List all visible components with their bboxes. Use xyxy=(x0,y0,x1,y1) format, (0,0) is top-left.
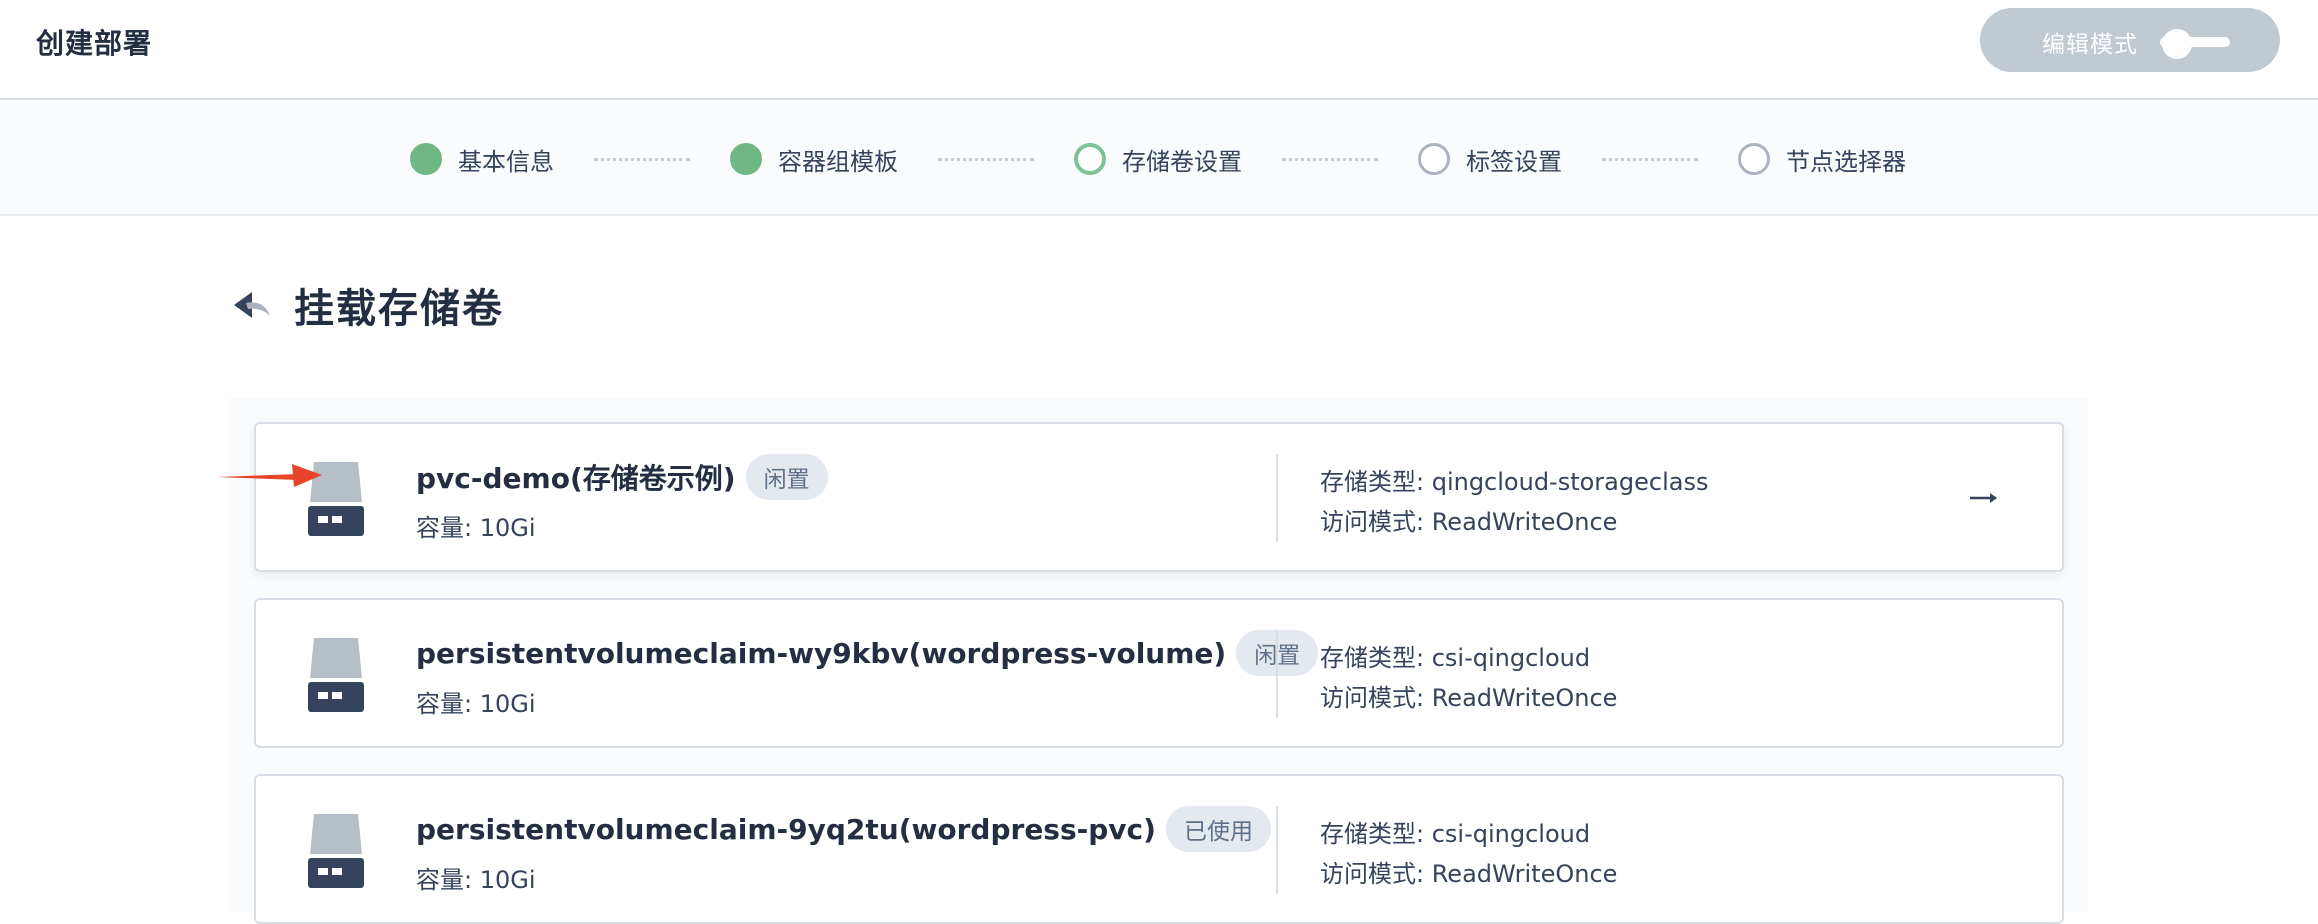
step-active-icon xyxy=(1074,143,1106,175)
step-volume-settings: 存储卷设置 xyxy=(1074,102,1242,216)
step-connector xyxy=(938,158,1034,161)
step-pod-template: 容器组模板 xyxy=(730,102,898,216)
back-arrow-icon[interactable] xyxy=(230,284,272,326)
storage-class: 存储类型: csi-qingcloud xyxy=(1320,820,1591,848)
volume-card[interactable]: pvc-demo(存储卷示例) 闲置 容量: 10Gi 存储类型: qingcl… xyxy=(254,422,2064,572)
volume-name-row: pvc-demo(存储卷示例) 闲置 xyxy=(416,454,828,500)
disk-icon xyxy=(308,814,364,888)
toggle-knob xyxy=(2162,29,2192,59)
volume-meta: 存储类型: csi-qingcloud 访问模式: ReadWriteOnce xyxy=(1320,638,1617,718)
volume-capacity: 容量: 10Gi xyxy=(416,690,536,718)
annotation-arrow-icon xyxy=(216,464,322,487)
volume-capacity: 容量: 10Gi xyxy=(416,514,536,542)
storage-class: 存储类型: qingcloud-storageclass xyxy=(1320,468,1709,496)
section-title: 挂载存储卷 xyxy=(294,286,504,332)
step-label: 容器组模板 xyxy=(778,147,898,176)
volume-card[interactable]: persistentvolumeclaim-9yq2tu(wordpress-p… xyxy=(254,774,2064,924)
section-heading: 挂载存储卷 xyxy=(230,270,504,340)
status-badge: 闲置 xyxy=(745,454,828,500)
step-pending-icon xyxy=(1738,143,1770,175)
step-pending-icon xyxy=(1418,143,1450,175)
divider xyxy=(1276,630,1278,718)
disk-icon xyxy=(308,638,364,712)
step-basic-info: 基本信息 xyxy=(410,102,554,216)
volume-name: persistentvolumeclaim-9yq2tu(wordpress-p… xyxy=(416,812,1156,846)
volume-name: persistentvolumeclaim-wy9kbv(wordpress-v… xyxy=(416,636,1227,670)
step-label: 标签设置 xyxy=(1466,147,1562,176)
volume-meta: 存储类型: csi-qingcloud 访问模式: ReadWriteOnce xyxy=(1320,814,1617,894)
arrow-right-icon[interactable] xyxy=(1966,480,2002,516)
step-connector xyxy=(1602,158,1698,161)
divider xyxy=(1276,806,1278,894)
step-label: 节点选择器 xyxy=(1786,147,1906,176)
storage-class: 存储类型: csi-qingcloud xyxy=(1320,644,1591,672)
divider xyxy=(1276,454,1278,542)
step-done-icon xyxy=(730,143,762,175)
access-mode: 访问模式: ReadWriteOnce xyxy=(1320,860,1618,888)
status-badge: 已使用 xyxy=(1165,806,1271,852)
step-indicator: 基本信息 容器组模板 存储卷设置 标签设置 节点选择器 xyxy=(0,102,2318,216)
volume-name: pvc-demo(存储卷示例) xyxy=(416,462,736,495)
step-label: 基本信息 xyxy=(458,147,554,176)
volume-card[interactable]: persistentvolumeclaim-wy9kbv(wordpress-v… xyxy=(254,598,2064,748)
volume-capacity: 容量: 10Gi xyxy=(416,866,536,894)
volume-meta: 存储类型: qingcloud-storageclass 访问模式: ReadW… xyxy=(1320,462,1708,542)
volume-name-row: persistentvolumeclaim-9yq2tu(wordpress-p… xyxy=(416,806,1271,852)
step-connector xyxy=(594,158,690,161)
access-mode: 访问模式: ReadWriteOnce xyxy=(1320,508,1618,536)
access-mode: 访问模式: ReadWriteOnce xyxy=(1320,684,1618,712)
step-label: 存储卷设置 xyxy=(1122,147,1242,176)
step-node-selector: 节点选择器 xyxy=(1738,102,1906,216)
page-header: 创建部署 编辑模式 xyxy=(0,0,2318,100)
step-connector xyxy=(1282,158,1378,161)
page-title: 创建部署 xyxy=(36,27,153,60)
volume-name-row: persistentvolumeclaim-wy9kbv(wordpress-v… xyxy=(416,630,1319,676)
step-label-settings: 标签设置 xyxy=(1418,102,1562,216)
edit-mode-label: 编辑模式 xyxy=(2042,32,2138,58)
edit-mode-toggle[interactable]: 编辑模式 xyxy=(1980,8,2280,72)
step-done-icon xyxy=(410,143,442,175)
